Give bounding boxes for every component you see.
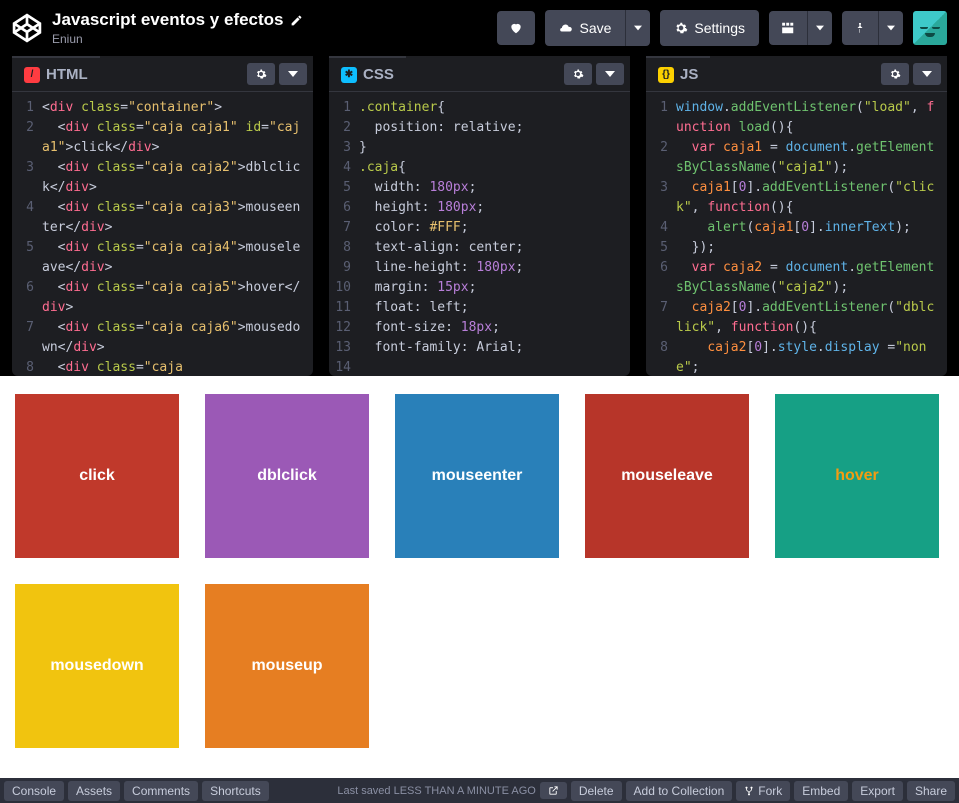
code-line: 11 float: left; xyxy=(329,298,630,318)
html-settings-icon[interactable] xyxy=(247,63,275,85)
css-badge-icon: ✱ xyxy=(341,67,357,83)
code-line: 6 <div class="caja caja5">hover</div> xyxy=(12,278,313,318)
add-collection-button[interactable]: Add to Collection xyxy=(626,781,733,801)
code-line: 4 <div class="caja caja3">mouseenter</di… xyxy=(12,198,313,238)
code-line: 1window.addEventListener("load", functio… xyxy=(646,98,947,138)
preview-box-hover[interactable]: hover xyxy=(775,394,939,558)
top-header: Javascript eventos y efectos Eniun Save … xyxy=(0,0,959,56)
code-line: 3} xyxy=(329,138,630,158)
code-line: 7 caja2[0].addEventListener("dblclick", … xyxy=(646,298,947,338)
html-badge-icon: / xyxy=(24,67,40,83)
code-line: 14 xyxy=(329,358,630,376)
last-saved-label: Last saved LESS THAN A MINUTE AGO xyxy=(337,785,535,797)
open-external-icon[interactable] xyxy=(540,782,567,799)
code-line: 4.caja{ xyxy=(329,158,630,178)
code-line: 1<div class="container"> xyxy=(12,98,313,118)
code-line: 5 width: 180px; xyxy=(329,178,630,198)
shortcuts-button[interactable]: Shortcuts xyxy=(202,781,269,801)
code-line: 3 caja1[0].addEventListener("click", fun… xyxy=(646,178,947,218)
share-button[interactable]: Share xyxy=(907,781,955,801)
code-line: 2 <div class="caja caja1" id="caja1">cli… xyxy=(12,118,313,158)
js-code-area[interactable]: 1window.addEventListener("load", functio… xyxy=(646,92,947,376)
export-button[interactable]: Export xyxy=(852,781,903,801)
html-chevron-down-icon[interactable] xyxy=(279,63,307,85)
pin-dropdown-button[interactable] xyxy=(878,11,903,45)
code-line: 10 margin: 15px; xyxy=(329,278,630,298)
css-tab[interactable]: ✱ CSS xyxy=(329,56,406,91)
preview-box-mouseup[interactable]: mouseup xyxy=(205,584,369,748)
codepen-logo-icon[interactable] xyxy=(12,13,42,43)
editors-row: / HTML 1<div class="container">2 <div cl… xyxy=(0,56,959,376)
css-tab-label: CSS xyxy=(363,66,394,83)
code-line: 4 alert(caja1[0].innerText); xyxy=(646,218,947,238)
console-button[interactable]: Console xyxy=(4,781,64,801)
settings-button[interactable]: Settings xyxy=(660,10,759,46)
code-line: 13 font-family: Arial; xyxy=(329,338,630,358)
code-line: 5 }); xyxy=(646,238,947,258)
js-tab[interactable]: {} JS xyxy=(646,56,710,91)
preview-pane: clickdblclickmouseentermouseleavehover mo… xyxy=(0,376,959,778)
preview-box-click[interactable]: click xyxy=(15,394,179,558)
code-line: 6 var caja2 = document.getElementsByClas… xyxy=(646,258,947,298)
html-editor: / HTML 1<div class="container">2 <div cl… xyxy=(12,56,313,376)
code-line: 8 caja2[0].style.display ="none"; xyxy=(646,338,947,376)
code-line: 2 position: relative; xyxy=(329,118,630,138)
css-code-area[interactable]: 1.container{2 position: relative;3}4.caj… xyxy=(329,92,630,376)
preview-box-mousedown[interactable]: mousedown xyxy=(15,584,179,748)
assets-button[interactable]: Assets xyxy=(68,781,120,801)
css-settings-icon[interactable] xyxy=(564,63,592,85)
code-line: 5 <div class="caja caja4">mouseleave</di… xyxy=(12,238,313,278)
code-line: 8 text-align: center; xyxy=(329,238,630,258)
pen-title-block: Javascript eventos y efectos Eniun xyxy=(52,10,487,46)
layout-dropdown-button[interactable] xyxy=(807,11,832,45)
css-editor: ✱ CSS 1.container{2 position: relative;3… xyxy=(329,56,630,376)
preview-box-mouseenter[interactable]: mouseenter xyxy=(395,394,559,558)
pen-author[interactable]: Eniun xyxy=(52,32,487,46)
html-tab[interactable]: / HTML xyxy=(12,56,100,91)
save-dropdown-button[interactable] xyxy=(625,10,650,46)
footer-bar: Console Assets Comments Shortcuts Last s… xyxy=(0,778,959,803)
code-line: 9 line-height: 180px; xyxy=(329,258,630,278)
js-settings-icon[interactable] xyxy=(881,63,909,85)
fork-button[interactable]: Fork xyxy=(736,781,790,801)
preview-box-dblclick[interactable]: dblclick xyxy=(205,394,369,558)
html-code-area[interactable]: 1<div class="container">2 <div class="ca… xyxy=(12,92,313,376)
code-line: 7 color: #FFF; xyxy=(329,218,630,238)
code-line: 7 <div class="caja caja6">mousedown</div… xyxy=(12,318,313,358)
preview-box-mouseleave[interactable]: mouseleave xyxy=(585,394,749,558)
code-line: 6 height: 180px; xyxy=(329,198,630,218)
save-button[interactable]: Save xyxy=(545,10,625,46)
js-chevron-down-icon[interactable] xyxy=(913,63,941,85)
html-tab-label: HTML xyxy=(46,66,88,83)
js-editor: {} JS 1window.addEventListener("load", f… xyxy=(646,56,947,376)
code-line: 1.container{ xyxy=(329,98,630,118)
code-line: 8 <div class="caja xyxy=(12,358,313,376)
layout-button[interactable] xyxy=(769,11,807,45)
pin-button[interactable] xyxy=(842,11,878,45)
pen-title[interactable]: Javascript eventos y efectos xyxy=(52,10,284,30)
like-button[interactable] xyxy=(497,11,535,45)
edit-title-icon[interactable] xyxy=(290,14,303,27)
delete-button[interactable]: Delete xyxy=(571,781,622,801)
user-avatar[interactable] xyxy=(913,11,947,45)
code-line: 2 var caja1 = document.getElementsByClas… xyxy=(646,138,947,178)
comments-button[interactable]: Comments xyxy=(124,781,198,801)
js-badge-icon: {} xyxy=(658,67,674,83)
embed-button[interactable]: Embed xyxy=(794,781,848,801)
code-line: 3 <div class="caja caja2">dblclick</div> xyxy=(12,158,313,198)
js-tab-label: JS xyxy=(680,66,698,83)
css-chevron-down-icon[interactable] xyxy=(596,63,624,85)
code-line: 12 font-size: 18px; xyxy=(329,318,630,338)
